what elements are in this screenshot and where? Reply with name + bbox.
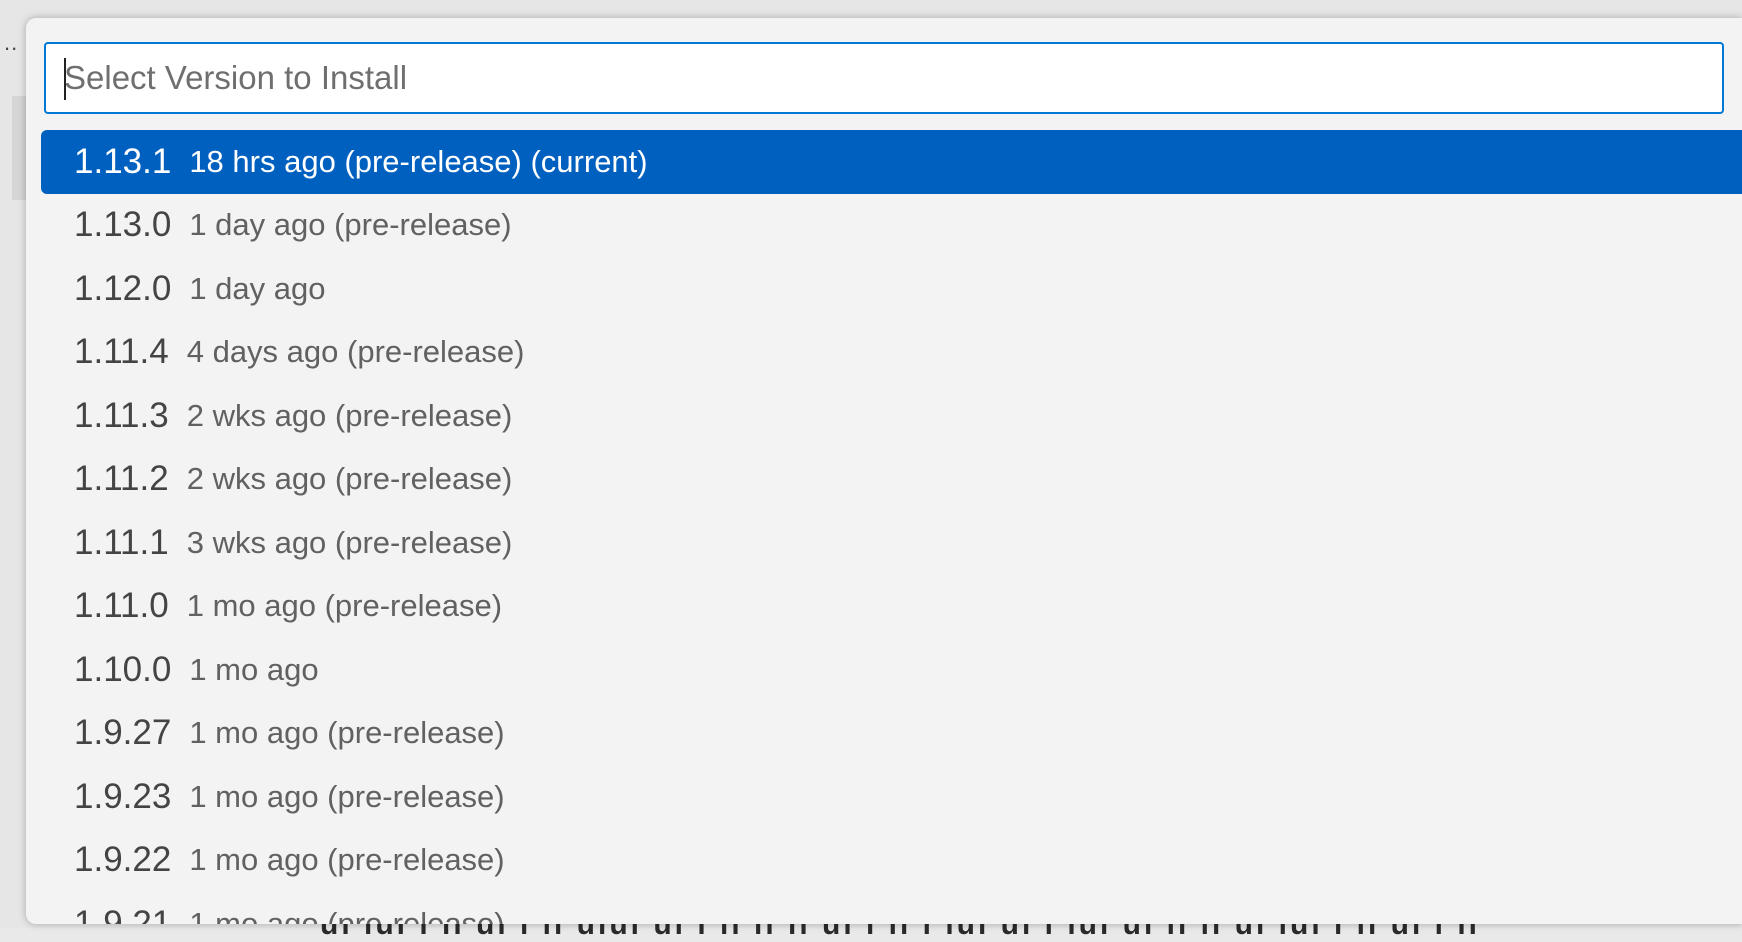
version-detail: 2 wks ago (pre-release): [186, 461, 513, 497]
version-number: 1.13.1: [74, 141, 172, 181]
version-number: 1.11.4: [74, 332, 169, 372]
version-list: 1.13.1 18 hrs ago (pre-release) (current…: [41, 130, 1742, 924]
version-item[interactable]: 1.11.0 1 mo ago (pre-release): [41, 575, 1742, 639]
version-number: 1.9.22: [74, 840, 172, 880]
version-item[interactable]: 1.11.2 2 wks ago (pre-release): [41, 448, 1742, 512]
version-detail: 1 mo ago (pre-release): [189, 905, 505, 924]
version-detail: 2 wks ago (pre-release): [186, 397, 513, 433]
version-item[interactable]: 1.10.0 1 mo ago: [41, 638, 1742, 702]
version-number: 1.11.2: [74, 459, 169, 499]
version-detail: 1 mo ago: [189, 651, 319, 687]
version-number: 1.10.0: [74, 649, 172, 689]
version-detail: 1 day ago: [189, 270, 326, 306]
version-filter-box[interactable]: [44, 42, 1724, 114]
version-number: 1.11.3: [74, 395, 169, 435]
version-quick-pick: 1.13.1 18 hrs ago (pre-release) (current…: [26, 18, 1742, 924]
version-filter-input[interactable]: [46, 44, 1722, 112]
version-detail: 4 days ago (pre-release): [186, 334, 525, 370]
version-number: 1.9.23: [74, 776, 172, 816]
version-number: 1.9.27: [74, 713, 172, 753]
version-detail: 3 wks ago (pre-release): [186, 524, 513, 560]
version-detail: 18 hrs ago (pre-release) (current): [189, 143, 648, 179]
version-detail: 1 mo ago (pre-release): [186, 588, 503, 624]
version-item[interactable]: 1.12.0 1 day ago: [41, 257, 1742, 321]
version-item[interactable]: 1.9.22 1 mo ago (pre-release): [41, 829, 1742, 893]
version-item[interactable]: 1.11.3 2 wks ago (pre-release): [41, 384, 1742, 448]
version-item[interactable]: 1.13.1 18 hrs ago (pre-release) (current…: [41, 130, 1742, 194]
version-detail: 1 mo ago (pre-release): [189, 842, 505, 878]
text-caret: [64, 58, 66, 100]
version-detail: 1 mo ago (pre-release): [189, 715, 505, 751]
version-item[interactable]: 1.9.23 1 mo ago (pre-release): [41, 765, 1742, 829]
backdrop-ellipsis: ..: [4, 30, 19, 55]
version-number: 1.11.1: [74, 522, 169, 562]
version-number: 1.12.0: [74, 268, 172, 308]
version-number: 1.9.21: [74, 903, 172, 924]
version-detail: 1 day ago (pre-release): [189, 207, 512, 243]
version-number: 1.13.0: [74, 205, 172, 245]
version-item[interactable]: 1.11.4 4 days ago (pre-release): [41, 321, 1742, 385]
version-item[interactable]: 1.9.21 1 mo ago (pre-release): [41, 892, 1742, 924]
backdrop-sidebar-strip: [12, 96, 26, 200]
version-item[interactable]: 1.13.0 1 day ago (pre-release): [41, 194, 1742, 258]
version-item[interactable]: 1.9.27 1 mo ago (pre-release): [41, 702, 1742, 766]
version-item[interactable]: 1.11.1 3 wks ago (pre-release): [41, 511, 1742, 575]
version-number: 1.11.0: [74, 586, 169, 626]
version-detail: 1 mo ago (pre-release): [189, 778, 505, 814]
